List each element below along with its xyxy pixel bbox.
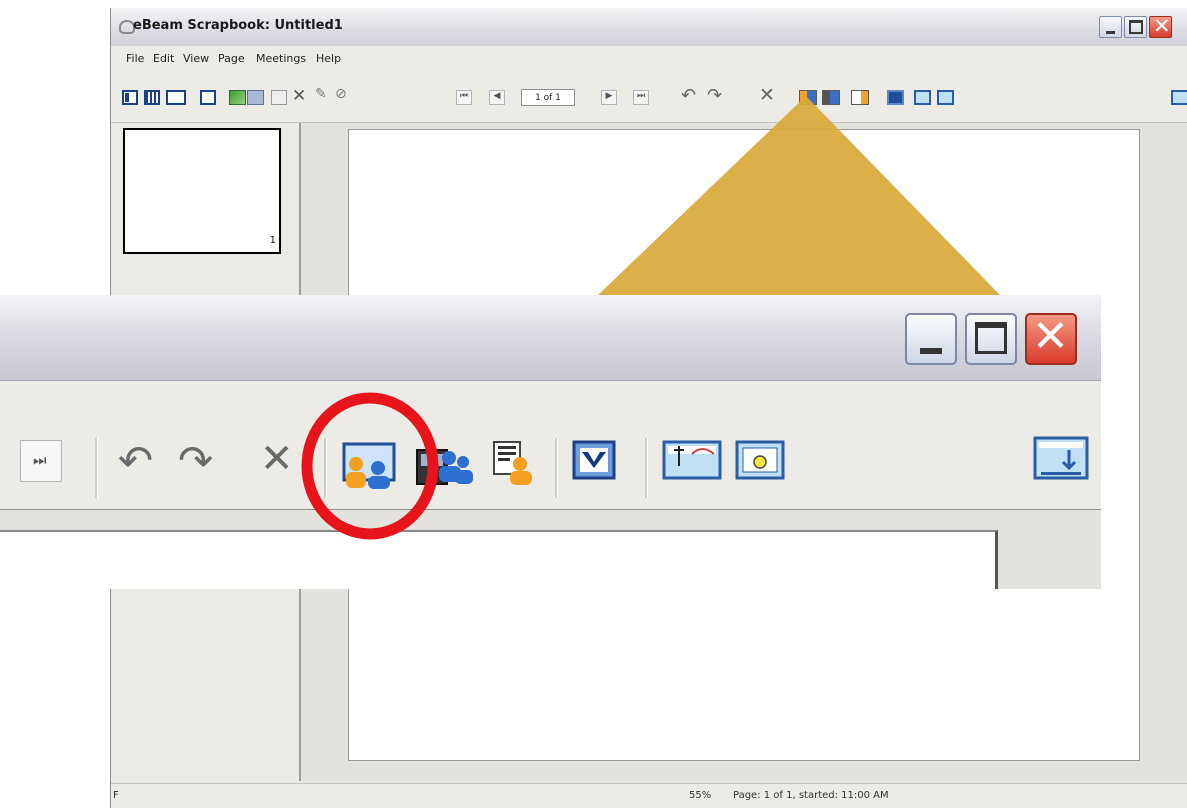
highlight-ring [301, 392, 439, 540]
